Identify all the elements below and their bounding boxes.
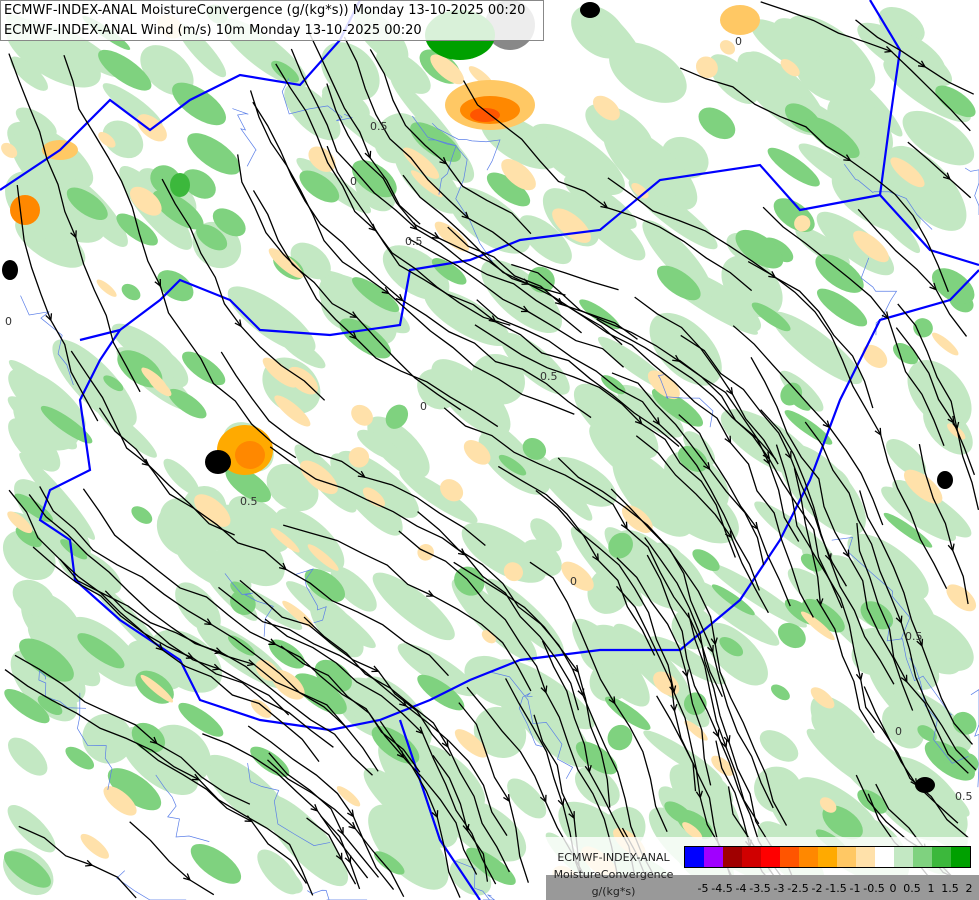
legend-tick: -2.5 <box>787 882 809 895</box>
convergence-area <box>227 286 316 354</box>
legend-tick: -1.5 <box>825 882 847 895</box>
convergence-core <box>170 173 190 197</box>
legend-swatch <box>932 847 951 867</box>
river <box>116 870 187 900</box>
legend-tick: -0.5 <box>863 882 885 895</box>
contour-label: 0.5 <box>540 370 558 383</box>
contour-label: 0.5 <box>370 120 388 133</box>
legend-swatch <box>704 847 723 867</box>
contour-label: 0.5 <box>955 790 973 803</box>
divergence-area <box>336 786 361 807</box>
title-wind: ECMWF-INDEX-ANAL Wind (m/s) 10m Monday 1… <box>4 23 422 38</box>
convergence-core <box>205 450 231 474</box>
convergence-area <box>759 730 799 762</box>
divergence-area <box>720 5 760 35</box>
moisture-convergence-fill <box>1 0 979 896</box>
contour-label: 0 <box>570 575 577 588</box>
divergence-area <box>10 195 40 225</box>
convergence-area <box>121 283 141 301</box>
contour-label: 0 <box>895 725 902 738</box>
contour-label: 0.5 <box>905 630 923 643</box>
convergence-area <box>8 737 48 776</box>
convergence-area <box>770 684 790 701</box>
legend-swatch <box>856 847 875 867</box>
legend-model: ECMWF-INDEX-ANAL <box>557 851 670 864</box>
legend-tick: -4.5 <box>711 882 733 895</box>
legend-tick: -1 <box>849 882 861 895</box>
map-title-box: ECMWF-INDEX-ANAL MoistureConvergence (g/… <box>0 0 544 41</box>
legend-swatch <box>818 847 837 867</box>
legend-swatch <box>685 847 704 867</box>
legend-tick: 1.5 <box>941 882 959 895</box>
legend-tick: -4 <box>735 882 747 895</box>
legend-tick: -2 <box>811 882 823 895</box>
contour-label: 0 <box>735 35 742 48</box>
convergence-area <box>607 724 633 751</box>
legend-unit: g/(kg*s) <box>591 885 636 898</box>
legend-swatch <box>894 847 913 867</box>
legend-swatch <box>761 847 780 867</box>
legend-swatches <box>684 846 971 868</box>
legend-swatch <box>837 847 856 867</box>
divergence-area <box>931 332 959 356</box>
divergence-area <box>862 344 888 368</box>
legend-tick: 1 <box>927 882 935 895</box>
color-legend: ECMWF-INDEX-ANAL MoistureConvergence g/(… <box>546 837 979 900</box>
divergence-area <box>96 279 117 297</box>
contour-label: 0.5 <box>240 495 258 508</box>
contour-label: 0 <box>350 175 357 188</box>
divergence-area <box>946 584 977 612</box>
convergence-core <box>2 260 18 280</box>
legend-swatch <box>780 847 799 867</box>
legend-parameter: MoistureConvergence <box>553 868 674 881</box>
legend-tick: -3 <box>773 882 785 895</box>
convergence-area <box>7 804 56 853</box>
contour-label: 0 <box>5 315 12 328</box>
legend-tick: 0.5 <box>903 882 921 895</box>
legend-tick: -3.5 <box>749 882 771 895</box>
convergence-area <box>163 458 200 496</box>
convergence-area <box>372 572 455 641</box>
legend-swatch <box>951 847 970 867</box>
legend-swatch <box>875 847 894 867</box>
legend-swatch <box>913 847 932 867</box>
contour-label: 0.5 <box>405 235 423 248</box>
convergence-area <box>131 506 153 524</box>
river <box>964 167 979 215</box>
convergence-core <box>937 471 953 489</box>
contour-label: 0 <box>420 400 427 413</box>
legend-tick: 0 <box>889 882 897 895</box>
legend-swatch <box>742 847 761 867</box>
convergence-core <box>580 2 600 18</box>
weather-map: 0 0.5 0 0.5 0 0.5 0 0.5 0 0.5 0 0.5 <box>0 0 979 900</box>
title-moisture-convergence: ECMWF-INDEX-ANAL MoistureConvergence (g/… <box>4 3 526 18</box>
river <box>307 889 368 900</box>
legend-ticks: -5 -4.5 -4 -3.5 -3 -2.5 -2 -1.5 -1 -0.5 0 0.5 1 1.5 2 <box>684 882 974 896</box>
legend-tick: 2 <box>965 882 973 895</box>
convergence-area <box>913 318 933 338</box>
legend-swatch <box>723 847 742 867</box>
divergence-area <box>80 833 109 859</box>
divergence-area <box>235 441 265 469</box>
convergence-area <box>698 107 736 140</box>
legend-tick: -5 <box>697 882 709 895</box>
legend-swatch <box>799 847 818 867</box>
